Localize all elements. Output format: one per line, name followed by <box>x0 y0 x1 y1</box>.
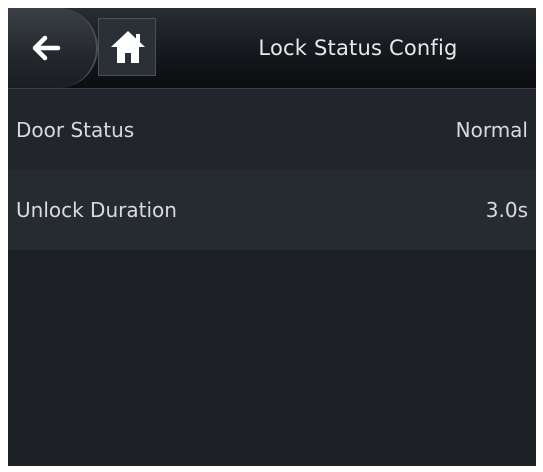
device-screen: Lock Status Config Door Status Normal Un… <box>8 8 536 466</box>
door-status-value: Normal <box>455 118 528 142</box>
home-icon <box>111 31 145 63</box>
home-button[interactable] <box>98 18 156 76</box>
page-title: Lock Status Config <box>258 36 458 60</box>
door-status-label: Door Status <box>16 118 135 142</box>
unlock-duration-value: 3.0s <box>485 198 528 222</box>
arrow-left-icon <box>32 35 61 61</box>
header-bar: Lock Status Config <box>8 8 536 89</box>
settings-row-unlock-duration[interactable]: Unlock Duration 3.0s <box>8 170 536 250</box>
settings-row-door-status[interactable]: Door Status Normal <box>8 90 536 170</box>
unlock-duration-label: Unlock Duration <box>16 198 177 222</box>
content-empty-area <box>8 250 536 466</box>
back-button[interactable] <box>8 8 98 88</box>
